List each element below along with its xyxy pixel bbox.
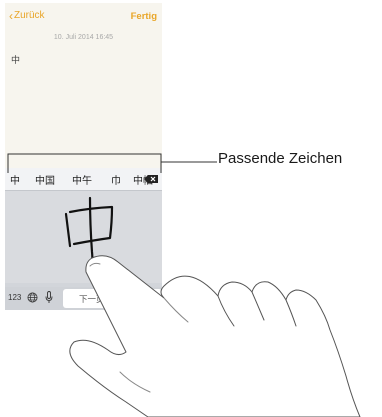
callout-label: Passende Zeichen bbox=[218, 150, 343, 167]
candidate-item[interactable]: 中 bbox=[10, 172, 20, 187]
handwriting-keyboard: 中 中国 中午 巾 中幗 123 下一页 认 bbox=[5, 168, 162, 310]
back-label: Zurück bbox=[14, 10, 45, 21]
microphone-icon[interactable] bbox=[45, 291, 53, 304]
next-page-key[interactable]: 下一页 认 bbox=[63, 289, 162, 308]
note-timestamp: 10. Juli 2014 16:45 bbox=[53, 34, 114, 41]
candidate-item[interactable]: 巾 bbox=[111, 172, 121, 187]
callout-bracket bbox=[7, 153, 217, 173]
confirm-label: 认 bbox=[149, 294, 158, 304]
back-button[interactable]: ‹ Zurück bbox=[9, 8, 45, 23]
candidate-item[interactable]: 中国 bbox=[35, 172, 55, 187]
globe-icon[interactable] bbox=[27, 292, 38, 303]
done-button[interactable]: Fertig bbox=[131, 11, 157, 22]
keyboard-bottom-row: 123 下一页 认 bbox=[5, 287, 162, 310]
delete-backspace-icon[interactable] bbox=[144, 175, 158, 183]
note-body[interactable]: 中 bbox=[11, 53, 20, 66]
navigation-bar: ‹ Zurück Fertig bbox=[5, 3, 162, 27]
numbers-key[interactable]: 123 bbox=[8, 293, 21, 302]
next-page-label: 下一页 bbox=[79, 294, 105, 304]
candidate-item[interactable]: 中午 bbox=[72, 172, 92, 187]
chevron-left-icon: ‹ bbox=[9, 8, 13, 23]
handwriting-canvas[interactable] bbox=[5, 191, 162, 283]
